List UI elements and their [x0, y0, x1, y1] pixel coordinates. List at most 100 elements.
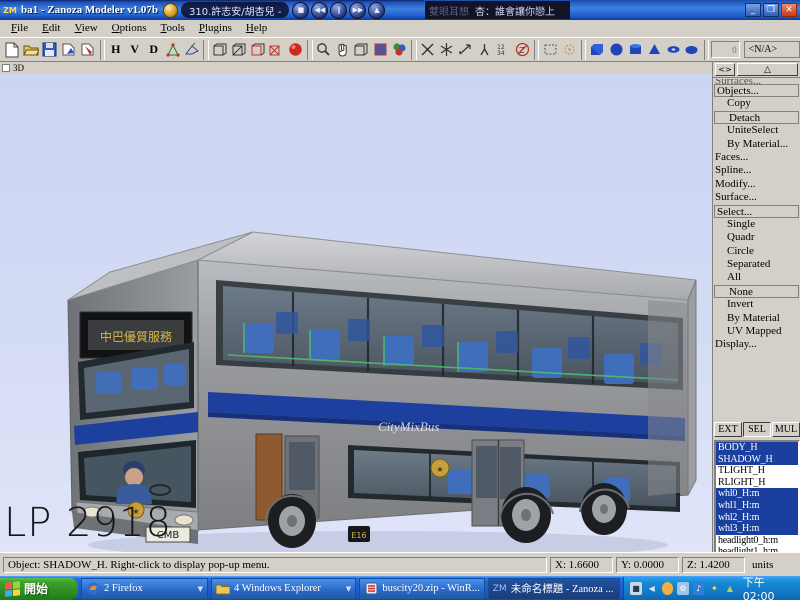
menu-row-select[interactable]: Select... — [714, 204, 799, 218]
object-list-tabs[interactable]: EXT SEL MUL — [713, 422, 800, 437]
right-panel[interactable]: <> △ Surfaces... Objects... Copy Detach … — [712, 62, 800, 599]
view-depth-icon[interactable]: D — [145, 39, 163, 60]
second-window-controls[interactable]: _ ❐ ✕ — [745, 3, 797, 17]
menu-row-all[interactable]: All — [713, 271, 800, 284]
scale-tool-icon[interactable] — [419, 39, 437, 60]
second-restore-button[interactable]: ❐ — [763, 3, 779, 17]
menu-row-none[interactable]: None — [714, 284, 799, 299]
list-item[interactable]: headlight0_h:m — [716, 535, 798, 547]
numeric-tool-icon[interactable]: 12 34 — [494, 39, 512, 60]
panel-prev-next-button[interactable]: <> — [715, 63, 735, 76]
view-mode-checkbox[interactable] — [2, 64, 10, 72]
material-selector[interactable]: <N/A> — [743, 41, 800, 58]
menu-help[interactable]: Help — [239, 21, 274, 35]
stop-button[interactable]: ■ — [292, 1, 310, 19]
list-item[interactable]: BODY_H — [716, 442, 798, 454]
list-item[interactable]: whl3_H:m — [716, 523, 798, 535]
z-lock-icon[interactable]: Z — [513, 39, 531, 60]
list-item[interactable]: whl2_H:m — [716, 511, 798, 524]
list-item[interactable]: whl1_H:m — [716, 499, 798, 512]
windows-taskbar[interactable]: 開始 2 Firefox ▼ 4 Windows Explorer ▼ busc… — [0, 576, 800, 600]
rewind-button[interactable]: ◀◀ — [311, 1, 329, 19]
list-item[interactable]: RLIGHT_H — [716, 477, 798, 489]
menu-plugins[interactable]: Plugins — [192, 21, 239, 35]
3d-viewport[interactable]: CityMixBus E16 ★ 中巴優質服務 ★ CMB LP 2918 — [0, 74, 712, 552]
box-view-2-icon[interactable] — [230, 39, 248, 60]
tray-user-icon[interactable]: ▲ — [724, 582, 736, 595]
menu-row-separated[interactable]: Separated — [713, 258, 800, 271]
box-view-1-icon[interactable] — [211, 39, 229, 60]
bus-model[interactable]: CityMixBus E16 ★ 中巴優質服務 ★ CMB — [48, 140, 698, 552]
mirror-tool-icon[interactable] — [456, 39, 474, 60]
tab-mul[interactable]: MUL — [772, 422, 800, 437]
forward-button[interactable]: ▶▶ — [349, 1, 367, 19]
primitive-torus-icon[interactable] — [664, 39, 682, 60]
menu-row-display[interactable]: Display... — [713, 338, 800, 351]
right-panel-header[interactable]: <> △ — [713, 62, 800, 78]
start-button[interactable]: 開始 — [0, 577, 78, 600]
normals-tool-icon[interactable] — [183, 39, 201, 60]
tray-keyboard-icon[interactable]: ■ — [630, 582, 642, 595]
pan-tool-icon[interactable] — [334, 39, 352, 60]
rotate-view-icon[interactable] — [352, 39, 370, 60]
export-icon[interactable] — [79, 39, 97, 60]
tray-network-icon[interactable]: ⚙ — [677, 582, 689, 595]
menu-row-by-material-select[interactable]: By Material — [713, 312, 800, 325]
menu-tools[interactable]: Tools — [154, 21, 192, 35]
embedded-media-player[interactable]: 310.許志安/胡杏兒 - ■ ◀◀ ‖ ▶▶ ▲ — [163, 0, 386, 20]
pause-button[interactable]: ‖ — [330, 1, 348, 19]
menu-row-spline[interactable]: Spline... — [713, 164, 800, 177]
taskbar-item-firefox[interactable]: 2 Firefox ▼ — [81, 577, 209, 600]
chevron-up-icon[interactable]: △ — [737, 63, 798, 76]
menu-row-copy[interactable]: Copy — [713, 97, 800, 110]
zoom-tool-icon[interactable] — [315, 39, 333, 60]
taskbar-item-zanoza[interactable]: ZM 未命名標題 - Zanoza ... — [487, 577, 621, 600]
menu-row-objects[interactable]: Objects... — [714, 84, 799, 98]
open-folder-icon[interactable] — [22, 39, 40, 60]
view-mode-row[interactable]: 3D — [0, 62, 712, 74]
menu-view[interactable]: View — [67, 21, 104, 35]
box-view-3-icon[interactable] — [249, 39, 267, 60]
system-tray[interactable]: ■ ◀ ⚙ ♪ ✦ ▲ 下午 02:00 — [623, 576, 800, 600]
list-item[interactable]: SHADOW_H — [716, 453, 798, 466]
eject-button[interactable]: ▲ — [368, 1, 386, 19]
new-file-icon[interactable] — [3, 39, 21, 60]
menu-row-single[interactable]: Single — [713, 218, 800, 231]
vertex-tool-icon[interactable] — [164, 39, 182, 60]
tab-ext[interactable]: EXT — [714, 422, 742, 437]
menu-row-detach[interactable]: Detach — [714, 110, 799, 125]
primitive-cone-icon[interactable] — [645, 39, 663, 60]
list-item[interactable]: TLIGHT_H — [716, 465, 798, 477]
menu-row-faces[interactable]: Faces... — [713, 151, 800, 164]
person-scale-icon[interactable] — [475, 39, 493, 60]
second-minimize-button[interactable]: _ — [745, 3, 761, 17]
view-horizontal-icon[interactable]: H — [107, 39, 125, 60]
chevron-down-icon[interactable]: ▼ — [346, 585, 351, 593]
tray-star-icon[interactable]: ✦ — [708, 582, 720, 595]
view-vertical-icon[interactable]: V — [126, 39, 144, 60]
select-rect-icon[interactable] — [541, 39, 559, 60]
material-sphere-icon[interactable] — [286, 39, 304, 60]
menu-row-uniteselect[interactable]: UniteSelect — [713, 124, 800, 137]
menu-row-circle[interactable]: Circle — [713, 245, 800, 258]
list-item[interactable]: whl0_H:m — [716, 488, 798, 500]
primitive-box-icon[interactable] — [588, 39, 606, 60]
taskbar-item-explorer[interactable]: 4 Windows Explorer ▼ — [211, 577, 357, 600]
tray-media-icon[interactable]: ♪ — [692, 582, 705, 595]
tray-msn-icon[interactable] — [661, 582, 674, 595]
save-icon[interactable] — [41, 39, 59, 60]
import-icon[interactable] — [60, 39, 78, 60]
tray-chevron-icon[interactable]: ◀ — [646, 582, 658, 595]
primitive-disc-icon[interactable] — [683, 39, 701, 60]
menu-row-by-material-objects[interactable]: By Material... — [713, 138, 800, 151]
primitive-cylinder-icon[interactable] — [626, 39, 644, 60]
command-menu[interactable]: Surfaces... Objects... Copy Detach Unite… — [713, 78, 800, 352]
uv-map-icon[interactable] — [371, 39, 389, 60]
menu-row-surface[interactable]: Surface... — [713, 191, 800, 204]
menu-options[interactable]: Options — [105, 21, 154, 35]
chevron-down-icon[interactable]: ▼ — [198, 585, 203, 593]
menu-edit[interactable]: Edit — [35, 21, 67, 35]
menu-row-modify[interactable]: Modify... — [713, 178, 800, 191]
menu-row-invert[interactable]: Invert — [713, 298, 800, 311]
material-index-stepper[interactable]: 0 — [711, 41, 740, 58]
